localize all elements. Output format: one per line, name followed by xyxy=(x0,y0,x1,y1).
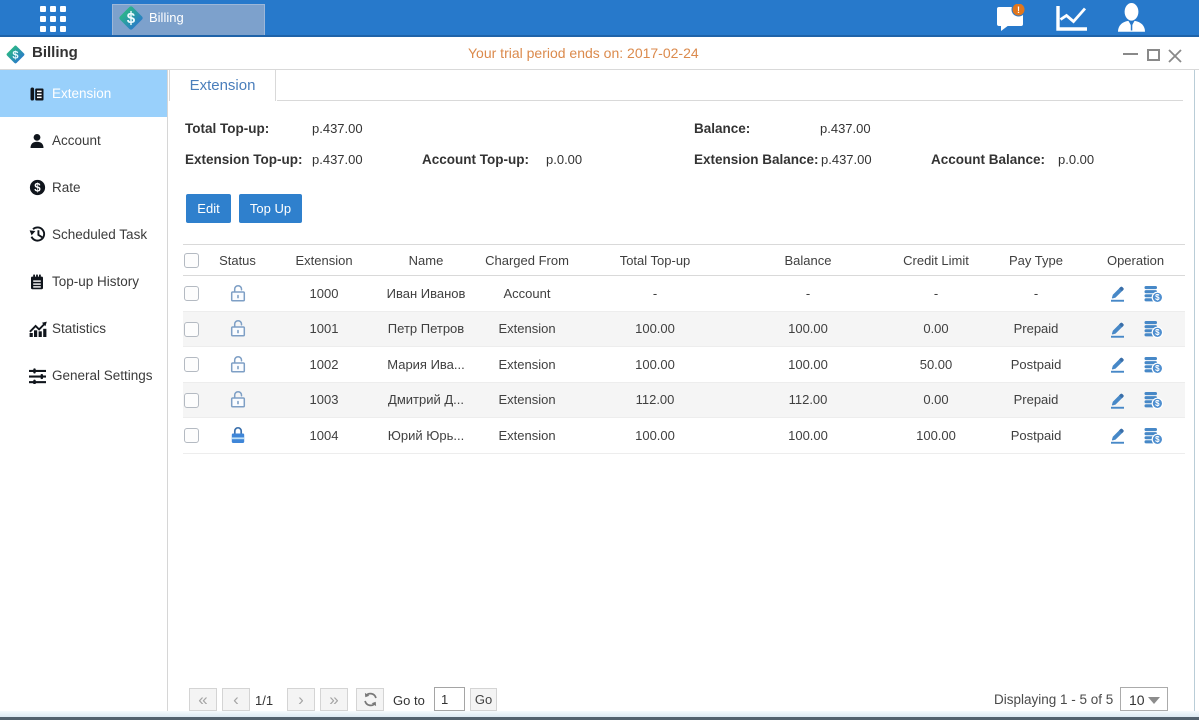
svg-text:$: $ xyxy=(127,10,136,27)
svg-text:$: $ xyxy=(1155,328,1160,337)
svg-text:$: $ xyxy=(34,183,41,195)
svg-text:$: $ xyxy=(1155,364,1160,373)
svg-text:$: $ xyxy=(12,49,18,61)
svg-text:$: $ xyxy=(1155,435,1160,444)
svg-text:$: $ xyxy=(1155,399,1160,408)
svg-text:$: $ xyxy=(1155,293,1160,302)
svg-text:!: ! xyxy=(1017,5,1020,15)
